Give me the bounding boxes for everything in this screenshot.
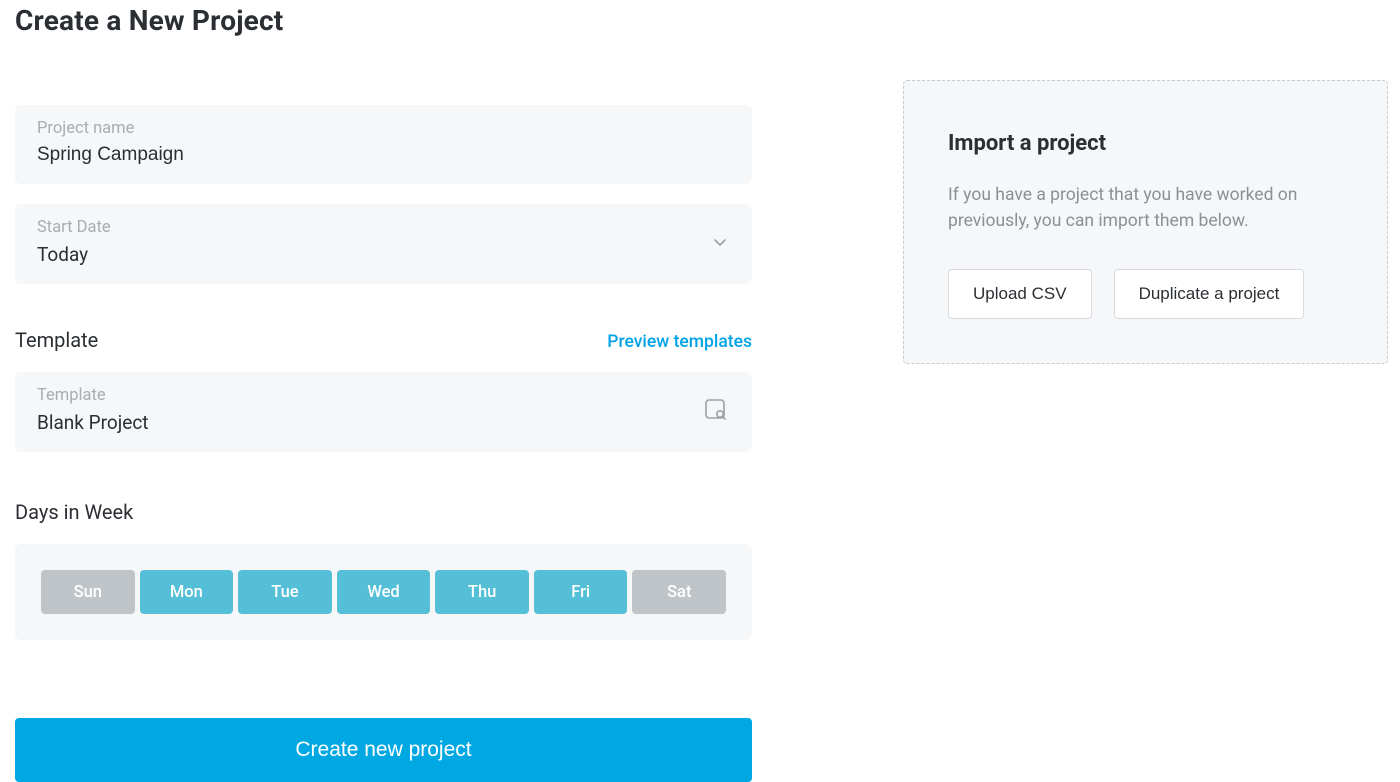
- browse-templates-icon[interactable]: [704, 398, 728, 426]
- days-in-week-picker: Sun Mon Tue Wed Thu Fri Sat: [15, 544, 752, 640]
- day-toggle-mon[interactable]: Mon: [140, 570, 234, 614]
- upload-csv-button[interactable]: Upload CSV: [948, 269, 1092, 319]
- start-date-label: Start Date: [37, 218, 730, 237]
- project-name-label: Project name: [37, 119, 730, 138]
- day-toggle-wed[interactable]: Wed: [337, 570, 431, 614]
- start-date-value: Today: [37, 243, 661, 266]
- import-heading: Import a project: [948, 131, 1343, 156]
- project-name-input[interactable]: [37, 144, 661, 166]
- duplicate-project-button[interactable]: Duplicate a project: [1114, 269, 1305, 319]
- template-value: Blank Project: [37, 411, 661, 434]
- day-toggle-sat[interactable]: Sat: [632, 570, 726, 614]
- import-project-card: Import a project If you have a project t…: [903, 80, 1388, 364]
- template-heading: Template: [15, 328, 98, 352]
- day-toggle-tue[interactable]: Tue: [238, 570, 332, 614]
- chevron-down-icon: [712, 234, 728, 254]
- new-project-form: Create a New Project Project name Start …: [15, 0, 752, 782]
- start-date-card[interactable]: Start Date Today: [15, 204, 752, 284]
- import-description: If you have a project that you have work…: [948, 182, 1343, 235]
- template-card[interactable]: Template Blank Project: [15, 372, 752, 452]
- day-toggle-thu[interactable]: Thu: [435, 570, 529, 614]
- preview-templates-link[interactable]: Preview templates: [607, 332, 752, 352]
- template-section-header: Template Preview templates: [15, 328, 752, 352]
- days-heading: Days in Week: [15, 500, 752, 524]
- project-name-card: Project name: [15, 105, 752, 184]
- import-buttons: Upload CSV Duplicate a project: [948, 269, 1343, 319]
- day-toggle-fri[interactable]: Fri: [534, 570, 628, 614]
- template-label: Template: [37, 386, 730, 405]
- page-title: Create a New Project: [15, 0, 752, 37]
- day-toggle-sun[interactable]: Sun: [41, 570, 135, 614]
- create-project-button[interactable]: Create new project: [15, 718, 752, 782]
